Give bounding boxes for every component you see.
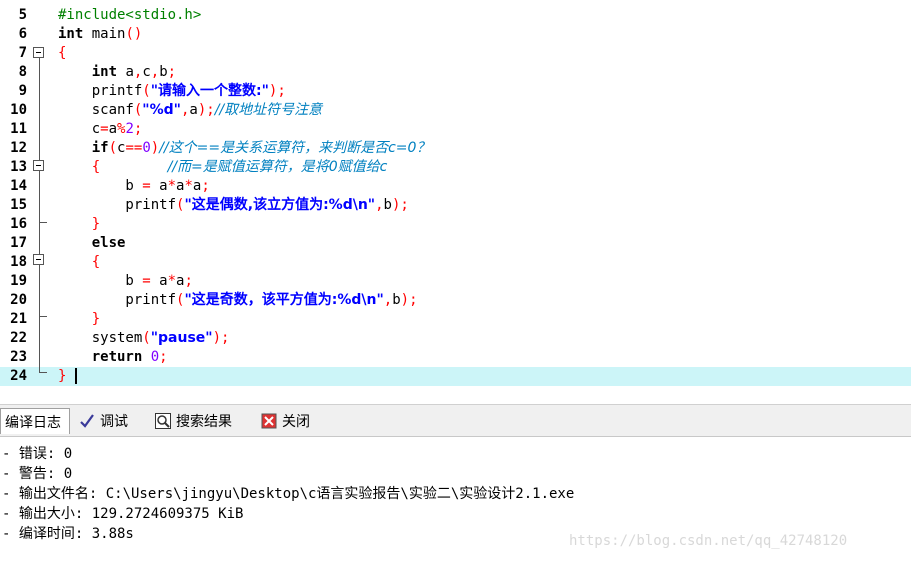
code-line[interactable]: 14 b = a*a*a; — [0, 177, 911, 196]
tab-search-results[interactable]: 搜索结果 — [150, 408, 250, 434]
tab-label: 编译日志 — [5, 414, 61, 431]
log-output-size: - 输出大小: 129.2724609375 KiB — [2, 506, 244, 522]
fold-end-else — [39, 316, 47, 317]
log-warnings: - 警告: 0 — [2, 466, 73, 482]
tab-compile-log[interactable]: 编译日志 — [0, 408, 70, 434]
fold-end-main — [39, 372, 47, 373]
code-text[interactable]: { //而=是赋值运算符，是将0赋值给c — [58, 158, 388, 177]
code-text[interactable]: c=a%2; — [58, 120, 143, 139]
line-number: 19 — [10, 273, 27, 289]
code-text[interactable]: scanf("%d",a);//取地址符号注意 — [58, 101, 322, 120]
tab-close[interactable]: 关闭 — [256, 408, 326, 434]
code-line[interactable]: 24} — [0, 367, 911, 386]
code-text[interactable]: } — [58, 215, 100, 234]
watermark: https://blog.csdn.net/qq_42748120 — [569, 533, 848, 549]
code-text[interactable]: { — [58, 253, 100, 272]
code-text[interactable]: else — [58, 234, 126, 253]
line-number: 16 — [10, 216, 27, 232]
line-number: 20 — [10, 292, 27, 308]
code-line[interactable]: 6 int main() — [0, 25, 911, 44]
code-text[interactable]: system("pause"); — [58, 329, 230, 348]
code-text[interactable]: if(c==0)//这个==是关系运算符，来判断是否c=0？ — [58, 139, 431, 158]
log-compile-time: - 编译时间: 3.88s — [2, 526, 134, 542]
fold-toggle-if[interactable] — [33, 160, 44, 171]
code-text[interactable]: return 0; — [58, 348, 168, 367]
line-number: 6 — [18, 26, 27, 42]
code-line[interactable]: 11 c=a%2; — [0, 120, 911, 139]
text-caret — [74, 368, 77, 384]
code-line[interactable]: 21 } — [0, 310, 911, 329]
code-line[interactable]: 18 { — [0, 253, 911, 272]
line-number: 17 — [10, 235, 27, 251]
line-number: 15 — [10, 197, 27, 213]
search-results-icon — [154, 412, 172, 430]
line-number: 7 — [18, 45, 27, 61]
tab-label: 关闭 — [282, 414, 310, 430]
code-text[interactable]: printf("这是偶数,该立方值为:%d\n",b); — [58, 196, 408, 215]
line-number: 12 — [10, 140, 27, 156]
line-number: 9 — [18, 83, 27, 99]
tab-label: 搜索结果 — [176, 414, 232, 430]
fold-toggle-else[interactable] — [33, 254, 44, 265]
code-line[interactable]: 22 system("pause"); — [0, 329, 911, 348]
line-number: 23 — [10, 349, 27, 365]
code-line[interactable]: 15 printf("这是偶数,该立方值为:%d\n",b); — [0, 196, 911, 215]
line-number: 8 — [18, 64, 27, 80]
line-number: 13 — [10, 159, 27, 175]
fold-toggle-main[interactable] — [33, 47, 44, 58]
code-text[interactable]: int a,c,b; — [58, 63, 176, 82]
message-tab-bar: 编译日志 调试 搜索结果 关闭 — [0, 404, 911, 437]
close-tab-icon — [260, 412, 278, 430]
code-text[interactable]: b = a*a*a; — [58, 177, 209, 196]
line-number: 22 — [10, 330, 27, 346]
debug-check-icon — [78, 412, 96, 430]
code-text[interactable]: #include<stdio.h> — [58, 6, 201, 25]
code-text[interactable]: b = a*a; — [58, 272, 192, 291]
code-line[interactable]: 13 { //而=是赋值运算符，是将0赋值给c — [0, 158, 911, 177]
code-text[interactable]: { — [58, 44, 66, 63]
code-line[interactable]: 9 printf("请输入一个整数:"); — [0, 82, 911, 101]
line-number: 18 — [10, 254, 27, 270]
line-number: 11 — [10, 121, 27, 137]
line-number: 5 — [18, 7, 27, 23]
code-line[interactable]: 5 #include<stdio.h> — [0, 6, 911, 25]
code-line[interactable]: 7{ — [0, 44, 911, 63]
code-editor[interactable]: 5 #include<stdio.h> 6 int main() 7{8 int a,c… — [0, 0, 911, 398]
code-text[interactable]: printf("请输入一个整数:"); — [58, 82, 286, 101]
fold-guide-main — [39, 52, 40, 372]
code-text[interactable]: printf("这是奇数，该平方值为:%d\n",b); — [58, 291, 417, 310]
line-number: 21 — [10, 311, 27, 327]
code-line[interactable]: 23 return 0; — [0, 348, 911, 367]
code-line[interactable]: 17 else — [0, 234, 911, 253]
code-text[interactable]: int main() — [58, 25, 142, 44]
code-line[interactable]: 10 scanf("%d",a);//取地址符号注意 — [0, 101, 911, 120]
line-number: 10 — [10, 102, 27, 118]
tab-label: 调试 — [100, 414, 128, 430]
code-line[interactable]: 20 printf("这是奇数，该平方值为:%d\n",b); — [0, 291, 911, 310]
line-number: 14 — [10, 178, 27, 194]
code-line[interactable]: 8 int a,c,b; — [0, 63, 911, 82]
code-line[interactable]: 16 } — [0, 215, 911, 234]
code-line[interactable]: 12 if(c==0)//这个==是关系运算符，来判断是否c=0？ — [0, 139, 911, 158]
fold-end-if — [39, 222, 47, 223]
code-text[interactable]: } — [58, 310, 100, 329]
code-text[interactable]: } — [58, 367, 77, 386]
log-errors: - 错误: 0 — [2, 446, 73, 462]
log-output-file: - 输出文件名: C:\Users\jingyu\Desktop\c语言实验报告… — [2, 486, 575, 502]
tab-debug[interactable]: 调试 — [74, 408, 144, 434]
code-line[interactable]: 19 b = a*a; — [0, 272, 911, 291]
line-number: 24 — [10, 368, 27, 384]
